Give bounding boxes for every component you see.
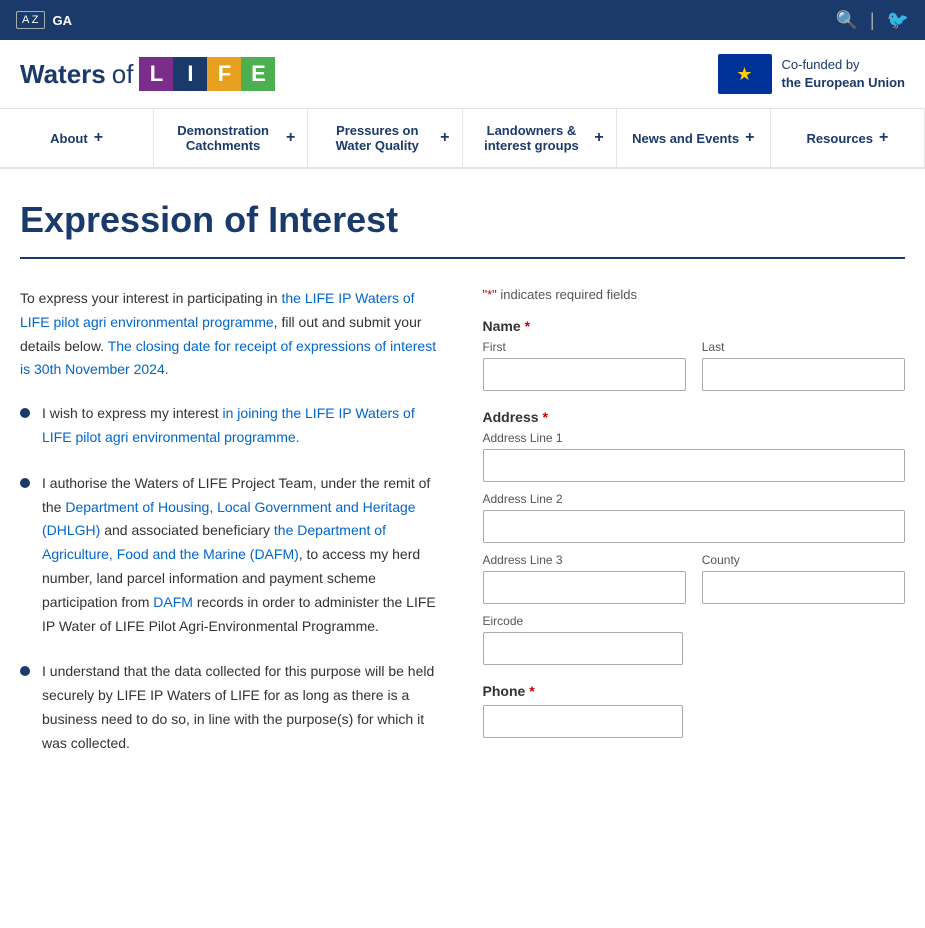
bullet-list: I wish to express my interest in joining… [20, 402, 443, 755]
top-bar-left: A Z GA [16, 11, 72, 29]
logo-life: L I F E [139, 57, 275, 91]
nav-about-plus: + [94, 129, 103, 147]
address-line1-input[interactable] [483, 449, 906, 482]
nav-demo-plus: + [286, 129, 295, 147]
address-line2-field: Address Line 2 [483, 492, 906, 543]
nav-landowners-plus: + [594, 129, 603, 147]
language-ga[interactable]: GA [53, 13, 73, 28]
first-name-field: First [483, 340, 686, 391]
bullet-icon [20, 408, 30, 418]
search-icon[interactable]: 🔍 [835, 10, 857, 31]
logo-letter-l: L [139, 57, 173, 91]
last-label: Last [702, 340, 905, 354]
nav-pressures-plus: + [440, 129, 449, 147]
name-required-star: * [525, 318, 530, 334]
nav-resources[interactable]: Resources + [771, 109, 925, 167]
bullet-icon [20, 478, 30, 488]
last-name-input[interactable] [702, 358, 905, 391]
county-field: County [702, 553, 905, 604]
address-line1-field: Address Line 1 [483, 431, 906, 482]
logo-of: of [112, 59, 134, 90]
list-item: I authorise the Waters of LIFE Project T… [20, 472, 443, 639]
first-label: First [483, 340, 686, 354]
name-group: Name * First Last [483, 318, 906, 391]
address-line1-label: Address Line 1 [483, 431, 906, 445]
nav-demonstration-catchments[interactable]: Demonstration Catchments + [154, 109, 308, 167]
logo-letter-i: I [173, 57, 207, 91]
eu-flag: ★ [718, 54, 772, 94]
county-input[interactable] [702, 571, 905, 604]
phone-label: Phone * [483, 683, 906, 699]
main-content: Expression of Interest To express your i… [0, 169, 925, 818]
address-label: Address * [483, 409, 906, 425]
title-divider [20, 257, 905, 259]
last-name-field: Last [702, 340, 905, 391]
address-required-star: * [543, 409, 548, 425]
eu-cofunded-text: Co-funded by the European Union [782, 56, 906, 92]
required-star: "*" [483, 287, 497, 302]
nav-landowners[interactable]: Landowners & interest groups + [463, 109, 617, 167]
top-bar-right: 🔍 | 🐦 [835, 10, 909, 31]
site-logo[interactable]: Waters of L I F E [20, 57, 275, 91]
top-bar: A Z GA 🔍 | 🐦 [0, 0, 925, 40]
address-line3-field: Address Line 3 [483, 553, 686, 604]
logo-letter-e: E [241, 57, 275, 91]
main-nav: About + Demonstration Catchments + Press… [0, 109, 925, 169]
address-line2-label: Address Line 2 [483, 492, 906, 506]
required-note: "*" indicates required fields [483, 287, 906, 302]
site-header: Waters of L I F E ★ Co-funded by the Eur… [0, 40, 925, 109]
first-name-input[interactable] [483, 358, 686, 391]
nav-about[interactable]: About + [0, 109, 154, 167]
address-line2-input[interactable] [483, 510, 906, 543]
left-column: To express your interest in participatin… [20, 287, 443, 778]
address-line3-county-row: Address Line 3 County [483, 553, 906, 604]
accessibility-badge[interactable]: A Z [16, 11, 45, 29]
address-line3-label: Address Line 3 [483, 553, 686, 567]
address-line3-input[interactable] [483, 571, 686, 604]
bullet-icon [20, 666, 30, 676]
eu-flag-stars: ★ [736, 64, 752, 85]
name-label: Name * [483, 318, 906, 334]
nav-pressures-water-quality[interactable]: Pressures on Water Quality + [308, 109, 462, 167]
twitter-icon[interactable]: 🐦 [887, 10, 909, 31]
list-item: I understand that the data collected for… [20, 660, 443, 755]
form-layout: To express your interest in participatin… [20, 287, 905, 778]
eircode-input[interactable] [483, 632, 683, 665]
nav-news-plus: + [745, 129, 754, 147]
phone-group: Phone * [483, 683, 906, 738]
right-column: "*" indicates required fields Name * Fir… [483, 287, 906, 778]
nav-resources-plus: + [879, 129, 888, 147]
name-row: First Last [483, 340, 906, 391]
phone-field [483, 705, 683, 738]
page-title: Expression of Interest [20, 199, 905, 241]
address-group: Address * Address Line 1 Address Line 2 … [483, 409, 906, 665]
list-item: I wish to express my interest in joining… [20, 402, 443, 450]
logo-waters: Waters [20, 59, 106, 90]
nav-news-events[interactable]: News and Events + [617, 109, 771, 167]
phone-required-star: * [529, 683, 534, 699]
intro-paragraph: To express your interest in participatin… [20, 287, 443, 382]
phone-input[interactable] [483, 705, 683, 738]
eircode-field: Eircode [483, 614, 683, 665]
logo-letter-f: F [207, 57, 241, 91]
eircode-label: Eircode [483, 614, 683, 628]
county-label: County [702, 553, 905, 567]
eu-badge: ★ Co-funded by the European Union [718, 54, 906, 94]
